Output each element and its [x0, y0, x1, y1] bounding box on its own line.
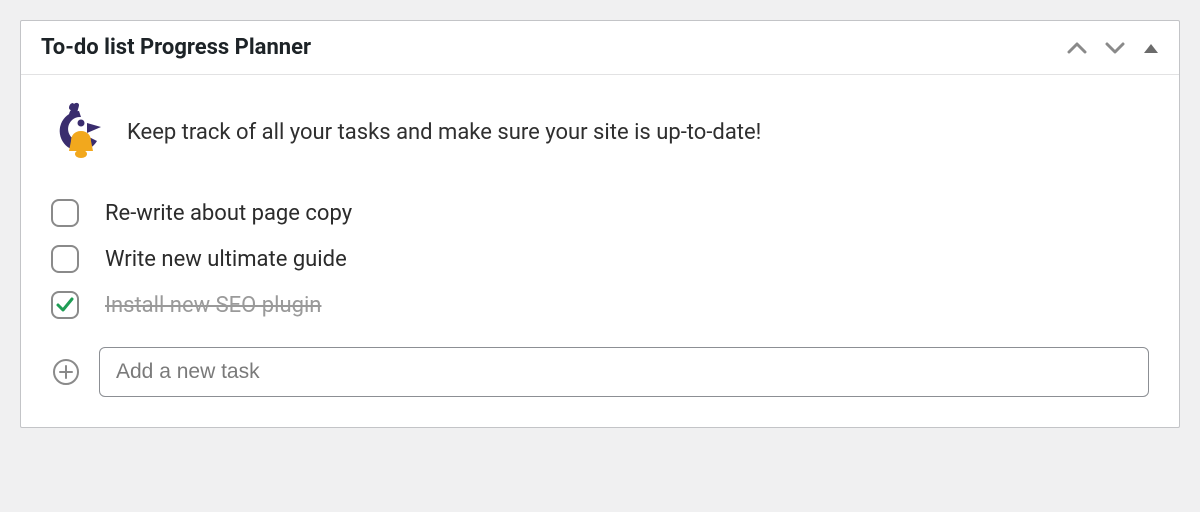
intro-row: Keep track of all your tasks and make su…: [51, 101, 1149, 165]
task-label: Write new ultimate guide: [105, 247, 347, 272]
move-up-icon[interactable]: [1067, 41, 1087, 55]
task-row: Write new ultimate guide: [51, 245, 1149, 273]
widget-title: To-do list Progress Planner: [41, 35, 311, 60]
task-row: Re-write about page copy: [51, 199, 1149, 227]
task-checkbox[interactable]: [51, 199, 79, 227]
intro-text: Keep track of all your tasks and make su…: [127, 118, 761, 148]
add-task-row: [51, 347, 1149, 397]
collapse-icon[interactable]: [1143, 42, 1159, 54]
add-task-icon[interactable]: [51, 357, 81, 387]
widget-header: To-do list Progress Planner: [21, 21, 1179, 75]
todo-widget: To-do list Progress Planner: [20, 20, 1180, 428]
task-checkbox[interactable]: [51, 291, 79, 319]
progress-planner-logo-icon: [51, 101, 107, 165]
task-label: Install new SEO plugin: [105, 293, 321, 318]
widget-body: Keep track of all your tasks and make su…: [21, 75, 1179, 427]
move-down-icon[interactable]: [1105, 41, 1125, 55]
widget-controls: [1067, 41, 1159, 55]
task-row: Install new SEO plugin: [51, 291, 1149, 319]
add-task-input[interactable]: [99, 347, 1149, 397]
task-label: Re-write about page copy: [105, 201, 352, 226]
task-list: Re-write about page copy Write new ultim…: [51, 199, 1149, 319]
task-checkbox[interactable]: [51, 245, 79, 273]
